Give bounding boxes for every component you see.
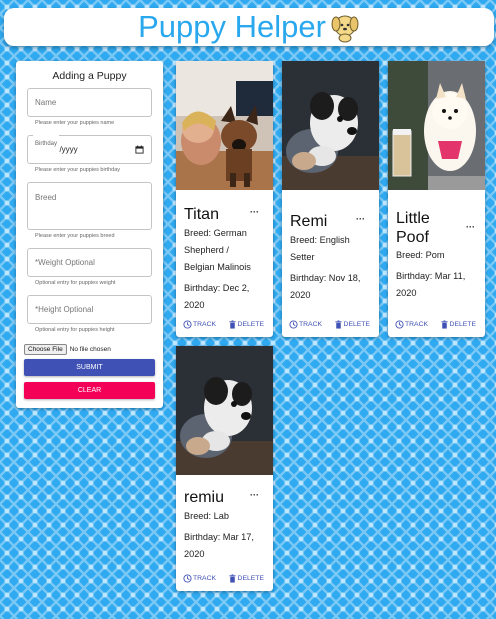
puppy-birthday-line: Birthday: Nov 18, bbox=[290, 273, 361, 283]
more-options-icon[interactable]: ··· bbox=[250, 207, 259, 217]
puppy-card: ··· remiu Breed: Lab Birthday: Mar 17, 2… bbox=[176, 346, 273, 591]
puppy-face-icon bbox=[331, 15, 359, 43]
track-button[interactable]: TRACK bbox=[289, 320, 322, 329]
app-title: Puppy Helper bbox=[138, 9, 326, 44]
puppy-card: ··· Titan Breed: German Shepherd / Belgi… bbox=[176, 61, 273, 337]
clock-icon bbox=[395, 320, 404, 329]
track-label: TRACK bbox=[193, 575, 217, 582]
weight-input[interactable]: *Weight Optional bbox=[27, 248, 152, 277]
delete-button[interactable]: DELETE bbox=[228, 320, 264, 329]
puppy-photo bbox=[388, 61, 485, 190]
name-placeholder: Name bbox=[35, 98, 57, 107]
more-options-icon[interactable]: ··· bbox=[356, 214, 365, 224]
clear-button[interactable]: CLEAR bbox=[24, 382, 155, 399]
puppy-name-line: Little bbox=[396, 210, 430, 227]
form-title: Adding a Puppy bbox=[52, 70, 127, 82]
delete-button[interactable]: DELETE bbox=[228, 574, 264, 583]
name-input[interactable]: Name bbox=[27, 88, 152, 117]
track-button[interactable]: TRACK bbox=[395, 320, 428, 329]
trash-icon bbox=[440, 320, 448, 329]
card-actions: TRACK DELETE bbox=[176, 320, 273, 329]
puppy-breed-line: Breed: German bbox=[184, 228, 247, 238]
puppy-breed-line: Breed: Lab bbox=[184, 511, 229, 521]
track-label: TRACK bbox=[299, 321, 323, 328]
puppy-birthday-line: 2020 bbox=[290, 290, 311, 300]
track-label: TRACK bbox=[193, 321, 217, 328]
trash-icon bbox=[334, 320, 342, 329]
puppy-breed-line: Breed: English bbox=[290, 235, 350, 245]
delete-label: DELETE bbox=[449, 321, 476, 328]
weight-helper-text: Optional entry for puppies weight bbox=[35, 280, 116, 286]
breed-placeholder: Breed bbox=[35, 193, 57, 202]
more-options-icon[interactable]: ··· bbox=[250, 490, 259, 500]
weight-placeholder: *Weight Optional bbox=[35, 258, 95, 267]
puppy-breed-line: Shepherd / bbox=[184, 245, 229, 255]
breed-input[interactable]: Breed bbox=[27, 182, 152, 230]
puppy-photo bbox=[176, 346, 273, 475]
delete-button[interactable]: DELETE bbox=[334, 320, 370, 329]
puppy-birthday-line: 2020 bbox=[184, 549, 205, 559]
puppy-breed-line: Setter bbox=[290, 252, 315, 262]
delete-label: DELETE bbox=[343, 321, 370, 328]
clock-icon bbox=[183, 574, 192, 583]
delete-button[interactable]: DELETE bbox=[440, 320, 476, 329]
track-button[interactable]: TRACK bbox=[183, 320, 216, 329]
more-options-icon[interactable]: ··· bbox=[466, 222, 475, 232]
card-actions: TRACK DELETE bbox=[176, 574, 273, 583]
track-label: TRACK bbox=[405, 321, 429, 328]
puppy-breed-line: Breed: Pom bbox=[396, 250, 445, 260]
puppy-birthday-line: Birthday: Dec 2, bbox=[184, 283, 250, 293]
delete-label: DELETE bbox=[237, 575, 264, 582]
clock-icon bbox=[183, 320, 192, 329]
birthday-input[interactable]: Birthday mm/dd/yyyy bbox=[27, 131, 152, 164]
name-helper-text: Please enter your puppies name bbox=[35, 120, 115, 126]
puppy-card: ··· Little Poof Breed: Pom Birthday: Mar… bbox=[388, 61, 485, 337]
calendar-icon[interactable] bbox=[135, 145, 144, 154]
puppy-birthday-line: Birthday: Mar 17, bbox=[184, 532, 254, 542]
puppy-photo bbox=[176, 61, 273, 190]
trash-icon bbox=[228, 320, 236, 329]
clock-icon bbox=[289, 320, 298, 329]
birthday-helper-text: Please enter your puppies birthday bbox=[35, 167, 120, 173]
card-actions: TRACK DELETE bbox=[282, 320, 379, 329]
choose-file-button[interactable]: Choose File bbox=[24, 344, 67, 355]
card-actions: TRACK DELETE bbox=[388, 320, 485, 329]
breed-helper-text: Please enter your puppies breed bbox=[35, 233, 115, 239]
track-button[interactable]: TRACK bbox=[183, 574, 216, 583]
file-status: No file chosen bbox=[69, 346, 111, 353]
puppy-birthday-line: 2020 bbox=[184, 300, 205, 310]
puppy-photo bbox=[282, 61, 379, 190]
puppy-breed-line: Belgian Malinois bbox=[184, 262, 251, 272]
height-input[interactable]: *Height Optional bbox=[27, 295, 152, 324]
trash-icon bbox=[228, 574, 236, 583]
puppy-card: ··· Remi Breed: English Setter Birthday:… bbox=[282, 61, 379, 337]
file-picker: Choose File No file chosen bbox=[24, 344, 111, 355]
height-helper-text: Optional entry for puppies height bbox=[35, 327, 115, 333]
app-header: Puppy Helper bbox=[4, 8, 494, 46]
puppy-birthday-line: Birthday: Mar 11, bbox=[396, 271, 466, 281]
add-puppy-form: Adding a Puppy Name Please enter your pu… bbox=[16, 61, 163, 408]
height-placeholder: *Height Optional bbox=[35, 305, 94, 314]
puppy-birthday-line: 2020 bbox=[396, 288, 417, 298]
puppy-name-line: Poof bbox=[396, 229, 429, 246]
birthday-label: Birthday bbox=[33, 131, 60, 158]
submit-button[interactable]: SUBMIT bbox=[24, 359, 155, 376]
delete-label: DELETE bbox=[237, 321, 264, 328]
